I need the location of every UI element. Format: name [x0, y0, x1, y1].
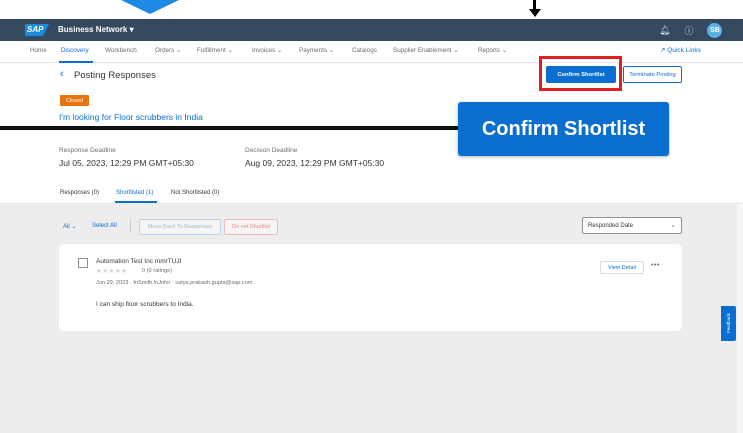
feedback-tab[interactable]: Feedback — [721, 306, 736, 341]
nav-active-indicator — [59, 61, 93, 63]
response-message: I can ship floor scrubbers to India. — [96, 301, 194, 308]
app-title-menu[interactable]: Business Network ▾ — [58, 25, 134, 34]
select-all-link[interactable]: Select All — [92, 223, 117, 229]
help-icon[interactable]: ⓘ — [684, 24, 693, 37]
tab-shortlisted[interactable]: Shortlisted (1) — [116, 190, 153, 196]
shell-actions: 🔔︎ ⓘ SB — [659, 23, 723, 38]
page-title: Posting Responses — [74, 70, 156, 81]
annotation-bar — [0, 126, 470, 130]
confirm-shortlist-callout: Confirm Shortlist — [458, 102, 669, 156]
response-meta: Jun 29, 2023 · fnSmith lnJohn · satya.pr… — [96, 280, 253, 286]
nav-invoices[interactable]: Invoices ⌄ — [252, 47, 282, 54]
nav-fulfillment[interactable]: Fulfillment ⌄ — [197, 47, 233, 54]
decision-deadline-value: Aug 09, 2023, 12:29 PM GMT+05:30 — [245, 158, 385, 168]
filter-all-dropdown[interactable]: All ⌄ — [63, 223, 76, 230]
response-deadline-value: Jul 05, 2023, 12:29 PM GMT+05:30 — [59, 158, 194, 168]
quick-links-link[interactable]: ↗ Quick Links — [660, 46, 701, 54]
nav-home[interactable]: Home — [30, 47, 47, 54]
highlight-box — [539, 56, 622, 91]
annotation-arrow-right-head — [529, 9, 541, 17]
nav-workbench[interactable]: Workbench — [105, 47, 137, 54]
star-rating-icon: ★★★★★ — [96, 268, 128, 275]
sort-select[interactable]: Responded Date ⌄ — [582, 217, 682, 234]
more-options-icon[interactable]: ••• — [651, 262, 660, 269]
status-badge: Closed — [60, 95, 89, 106]
response-deadline-label: Response Deadline — [59, 147, 116, 154]
avatar[interactable]: SB — [707, 23, 723, 38]
nav-orders[interactable]: Orders ⌄ — [155, 47, 181, 54]
terminate-posting-button[interactable]: Terminate Posting — [623, 66, 682, 83]
ratings-count: 0 (0 ratings) — [142, 268, 172, 274]
decision-deadline-label: Decision Deadline — [245, 147, 298, 154]
do-not-shortlist-button[interactable]: Do not Shortlist — [224, 219, 278, 235]
tab-responses[interactable]: Responses (0) — [60, 190, 99, 196]
nav-catalogs[interactable]: Catalogs — [352, 47, 377, 54]
nav-supplier-enablement[interactable]: Supplier Enablement ⌄ — [393, 47, 458, 54]
chevron-down-icon: ⌄ — [670, 222, 676, 229]
view-detail-button[interactable]: View Detail — [600, 261, 644, 274]
supplier-name[interactable]: Automation Test Inc mmrTUJl — [96, 258, 181, 265]
toolbar-divider — [130, 220, 131, 232]
move-back-to-responses-button[interactable]: Move Back To Responses — [139, 219, 221, 235]
nav-payments[interactable]: Payments ⌄ — [299, 47, 334, 54]
posting-title-link[interactable]: I'm looking for Floor scrubbers in India — [59, 112, 203, 122]
select-response-checkbox[interactable] — [78, 258, 88, 268]
tab-not-shortlisted[interactable]: Not Shortlisted (0) — [171, 190, 219, 196]
sort-select-value: Responded Date — [588, 222, 634, 229]
back-icon[interactable]: ‹ — [60, 68, 64, 80]
scrollbar[interactable] — [737, 204, 743, 433]
bell-icon[interactable]: 🔔︎ — [659, 25, 670, 36]
nav-reports[interactable]: Reports ⌄ — [478, 47, 507, 54]
nav-discovery[interactable]: Discovery — [61, 47, 89, 54]
annotation-arrow-left-fill — [121, 0, 179, 14]
